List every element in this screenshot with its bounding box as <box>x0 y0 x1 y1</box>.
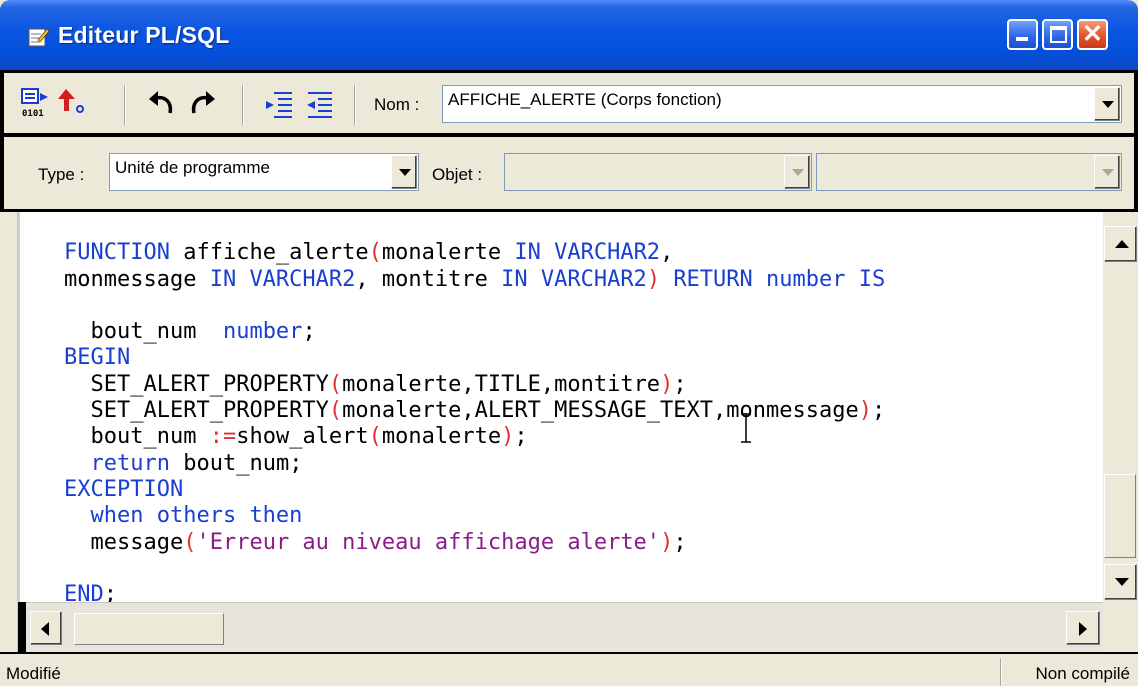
indent-icon[interactable] <box>264 89 296 121</box>
code-token: ; <box>673 371 687 397</box>
window-title: Editeur PL/SQL <box>58 22 230 48</box>
scrollbar-edge <box>18 602 26 652</box>
code-token: ) <box>660 371 674 397</box>
code-token: ; <box>514 424 528 450</box>
code-token: 'Erreur au niveau affichage alerte' <box>196 529 661 555</box>
code-token: number <box>222 319 303 345</box>
code-token: ( <box>368 240 382 266</box>
name-select[interactable]: AFFICHE_ALERTE (Corps fonction) <box>442 85 1122 123</box>
code-token: IN VARCHAR2 <box>209 266 356 292</box>
undo-icon[interactable] <box>146 87 178 119</box>
object-label: Objet : <box>432 165 483 184</box>
status-divider <box>1000 658 1002 686</box>
object-toolbar: Type : Unité de programme Objet : <box>0 134 1138 212</box>
horizontal-scrollbar[interactable] <box>18 602 1103 652</box>
toolbar-separator <box>242 85 244 125</box>
toolbar-separator <box>124 85 126 125</box>
code-token: := <box>209 424 237 450</box>
code-token: message <box>90 529 184 555</box>
minimize-icon <box>1016 37 1028 41</box>
code-token: ) <box>646 266 661 292</box>
vertical-scroll-thumb[interactable] <box>1104 474 1136 558</box>
name-label: Nom : <box>374 95 420 114</box>
plsql-editor-window: Editeur PL/SQL ✕ 0101 Nom: AFFICHE_ALER… <box>0 0 1138 686</box>
scroll-up-button[interactable] <box>1104 226 1137 262</box>
editor-gutter <box>0 212 18 652</box>
code-token: ; <box>871 398 886 424</box>
scroll-left-button[interactable] <box>30 611 62 645</box>
type-select-value: Unité de programme <box>115 158 270 177</box>
close-button[interactable]: ✕ <box>1077 19 1108 50</box>
status-modified: Modifié <box>6 664 61 683</box>
code-token: when others then <box>90 503 303 529</box>
scroll-down-button[interactable] <box>1104 564 1137 600</box>
code-token: RETURN number IS <box>673 266 886 292</box>
maximize-icon <box>1050 26 1067 43</box>
object-select[interactable] <box>504 153 812 191</box>
code-token: monmessage <box>64 266 210 292</box>
horizontal-scroll-thumb[interactable] <box>74 613 224 645</box>
scroll-right-button[interactable] <box>1066 611 1100 645</box>
main-toolbar: 0101 Nom: AFFICHE_ALERTE (Corps fonctio… <box>0 70 1138 136</box>
code-token: bout_num <box>90 424 210 450</box>
code-token: show_alert <box>236 424 369 450</box>
code-token: ) <box>501 424 515 450</box>
code-token: bout_num; <box>169 450 303 476</box>
name-select-value: AFFICHE_ALERTE (Corps fonction) <box>448 90 722 109</box>
code-token: affiche_alerte <box>183 240 369 266</box>
code-token: ( <box>368 424 382 450</box>
code-text[interactable]: FUNCTION affiche_alerte(monalerte IN VAR… <box>64 214 885 608</box>
code-token: IN VARCHAR2 <box>514 240 661 266</box>
code-token: BEGIN <box>64 345 131 371</box>
type-label: Type : <box>38 165 85 184</box>
type-select[interactable]: Unité de programme <box>109 153 419 191</box>
code-token: ( <box>328 398 343 424</box>
status-bar: Modifié Non compilé <box>0 652 1138 686</box>
compile-binary-icon[interactable]: 0101 <box>20 87 52 119</box>
title-bar[interactable]: Editeur PL/SQL ✕ <box>0 0 1138 70</box>
edit-document-icon <box>28 28 50 47</box>
status-compile: Non compilé <box>1035 664 1131 683</box>
code-token: , <box>660 240 674 266</box>
chevron-down-icon[interactable] <box>1094 155 1120 189</box>
code-token: bout_num <box>90 319 223 345</box>
toolbar-separator <box>354 85 356 125</box>
code-token: ( <box>328 371 343 397</box>
chevron-down-icon[interactable] <box>784 155 810 189</box>
code-token: ( <box>183 529 197 555</box>
code-token: IN VARCHAR2 <box>501 266 647 292</box>
close-icon: ✕ <box>1082 20 1103 48</box>
code-token: ) <box>858 398 872 424</box>
ibeam-cursor-icon <box>741 413 751 443</box>
vertical-scrollbar[interactable] <box>1103 212 1138 602</box>
code-token: ; <box>673 529 687 555</box>
maximize-button[interactable] <box>1042 19 1073 50</box>
svg-text:0101: 0101 <box>22 109 44 119</box>
chevron-down-icon[interactable] <box>391 155 417 189</box>
minimize-button[interactable] <box>1007 19 1038 50</box>
code-token: SET_ALERT_PROPERTY <box>90 398 329 424</box>
object-subselect[interactable] <box>816 153 1122 191</box>
code-token: monalerte <box>381 240 515 266</box>
outdent-icon[interactable] <box>304 89 336 121</box>
code-token: , montitre <box>355 266 502 292</box>
chevron-down-icon[interactable] <box>1094 87 1120 121</box>
scrollbar-corner <box>1103 602 1138 652</box>
code-token: EXCEPTION <box>64 476 184 502</box>
redo-icon[interactable] <box>186 87 218 119</box>
code-token: monalerte,TITLE,montitre <box>342 371 661 397</box>
code-editor[interactable]: FUNCTION affiche_alerte(monalerte IN VAR… <box>18 212 1103 607</box>
red-arrow-icon[interactable] <box>54 85 86 117</box>
code-token: monalerte <box>381 424 502 450</box>
code-token: monalerte,ALERT_MESSAGE_TEXT,monmessage <box>342 398 859 424</box>
code-token: FUNCTION <box>64 240 170 266</box>
code-token: ) <box>660 529 674 555</box>
code-token: ; <box>302 319 316 345</box>
code-token: SET_ALERT_PROPERTY <box>90 371 329 397</box>
code-token: return <box>90 450 170 476</box>
